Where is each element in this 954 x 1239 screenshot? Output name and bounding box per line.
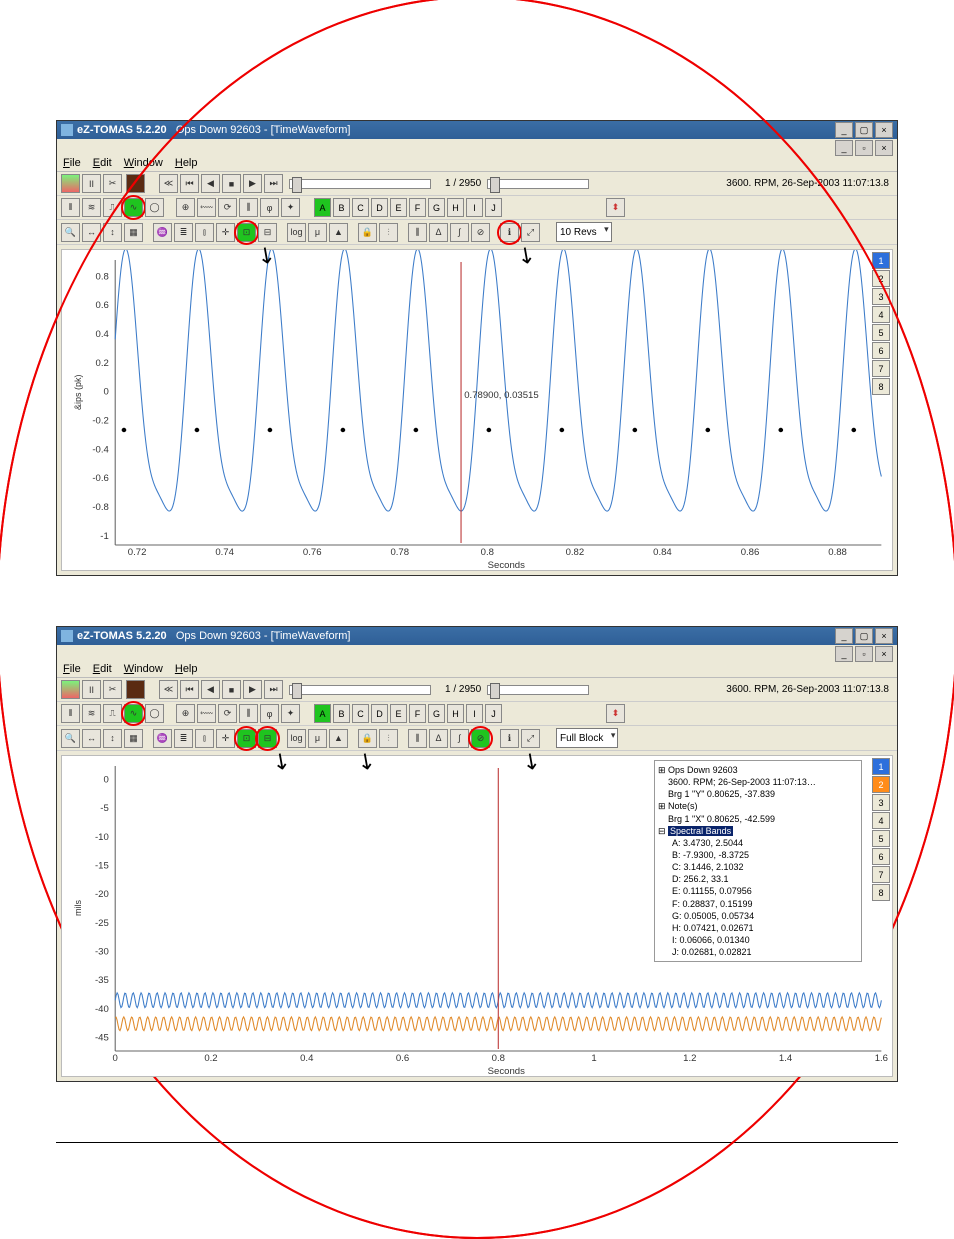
overlay-button[interactable]: ♒ — [153, 729, 172, 748]
svg-text:-5: -5 — [100, 803, 109, 813]
channel-1-button[interactable]: 1 — [872, 758, 890, 775]
filter-button[interactable]: ⊘ — [471, 729, 490, 748]
waterfall-button[interactable]: ≋ — [82, 198, 101, 217]
svg-text:0: 0 — [103, 775, 108, 785]
svg-text:-15: -15 — [95, 861, 109, 871]
app-window-2: eZ-TOMAS 5.2.20 Ops Down 92603 - [TimeWa… — [56, 626, 898, 1082]
channel-6-button[interactable]: 6 — [872, 848, 890, 865]
mdi-restore-button[interactable]: ▫ — [855, 140, 873, 156]
svg-text:1.2: 1.2 — [683, 1053, 696, 1063]
menu-edit[interactable]: Edit — [93, 157, 112, 169]
svg-text:0.2: 0.2 — [204, 1053, 217, 1063]
channel-4-button[interactable]: 4 — [872, 812, 890, 829]
channel-5-button[interactable]: 5 — [872, 830, 890, 847]
app-icon — [61, 124, 73, 136]
channel-8-button[interactable]: 8 — [872, 884, 890, 901]
block-select[interactable]: Full Block — [556, 728, 618, 748]
yaxis-label: mils — [73, 900, 83, 916]
plot-area-2[interactable]: ↘ ↘ ↘ mils Seconds 0-5-10-15-20-25-30-35… — [61, 755, 893, 1077]
channel-buttons: 1 2 3 4 5 6 7 8 — [872, 758, 890, 901]
close-button[interactable]: × — [875, 122, 893, 138]
pause-button[interactable]: II — [82, 174, 101, 193]
peak-button[interactable]: ▲ — [329, 729, 348, 748]
linlog-button[interactable]: log — [287, 729, 306, 748]
info-legend: ⊞ Ops Down 92603 3600. RPM; 26-Sep-2003 … — [654, 760, 862, 962]
cut-button[interactable]: ✂ — [103, 174, 122, 193]
svg-text:0.8: 0.8 — [492, 1053, 505, 1063]
app-title: eZ-TOMAS 5.2.20 — [77, 124, 167, 136]
svg-text:-25: -25 — [95, 918, 109, 928]
units-button[interactable]: μ — [308, 729, 327, 748]
stack-button[interactable]: ≣ — [174, 729, 193, 748]
tach-marks-button[interactable]: ⊡ — [237, 729, 256, 748]
mdi-close-button[interactable]: × — [875, 140, 893, 156]
channel-3-button[interactable]: 3 — [872, 794, 890, 811]
lock-button[interactable]: 🔒 — [358, 729, 377, 748]
svg-text:0: 0 — [113, 1053, 118, 1063]
export-button[interactable]: ⬍ — [606, 704, 625, 723]
xaxis-label: Seconds — [488, 1066, 526, 1076]
scalex-button[interactable]: ↔ — [82, 729, 101, 748]
harmonic-button[interactable]: ⫶ — [379, 729, 398, 748]
svg-text:-45: -45 — [95, 1033, 109, 1043]
svg-text:0.6: 0.6 — [396, 1053, 409, 1063]
svg-text:-35: -35 — [95, 975, 109, 985]
window-button[interactable]: ⊟ — [258, 729, 277, 748]
channel-7-button[interactable]: 7 — [872, 866, 890, 883]
svg-text:-10: -10 — [95, 832, 109, 842]
maximize-button[interactable]: ▢ — [855, 122, 873, 138]
svg-text:1.6: 1.6 — [875, 1053, 888, 1063]
svg-text:1: 1 — [591, 1053, 596, 1063]
diff-button[interactable]: Δ — [429, 729, 448, 748]
band-a-button[interactable]: A — [314, 704, 331, 723]
zoom-button[interactable]: 🔍 — [61, 223, 80, 242]
spectrum-button[interactable]: ⫴ — [61, 198, 80, 217]
menu-file[interactable]: File — [63, 157, 81, 169]
zoom-button[interactable]: 🔍 — [61, 729, 80, 748]
toolbar-plottype: ⫴ ≋ ⎍ ∿ ◯ ⊕ ⬳ ⟳ ⫼ φ ✦ A B C D E F G H I … — [57, 702, 897, 726]
svg-text:-40: -40 — [95, 1004, 109, 1014]
channel-2-button[interactable]: 2 — [872, 776, 890, 793]
svg-text:-30: -30 — [95, 947, 109, 957]
svg-text:-20: -20 — [95, 889, 109, 899]
showinfo-button[interactable]: ℹ — [500, 729, 519, 748]
sideband-button[interactable]: ⫼ — [408, 729, 427, 748]
svg-text:1.4: 1.4 — [779, 1053, 792, 1063]
grid-button[interactable]: ▦ — [124, 729, 143, 748]
minimize-button[interactable]: _ — [835, 122, 853, 138]
start-button[interactable] — [61, 174, 80, 193]
integrate-button[interactable]: ∫ — [450, 729, 469, 748]
channel-1-button[interactable]: 1 — [872, 252, 890, 269]
cursor-button[interactable]: ✛ — [216, 729, 235, 748]
cascade-tool-button[interactable]: ⫾ — [195, 729, 214, 748]
svg-text:0.4: 0.4 — [300, 1053, 313, 1063]
mdi-minimize-button[interactable]: _ — [835, 140, 853, 156]
scaley-button[interactable]: ↕ — [103, 729, 122, 748]
